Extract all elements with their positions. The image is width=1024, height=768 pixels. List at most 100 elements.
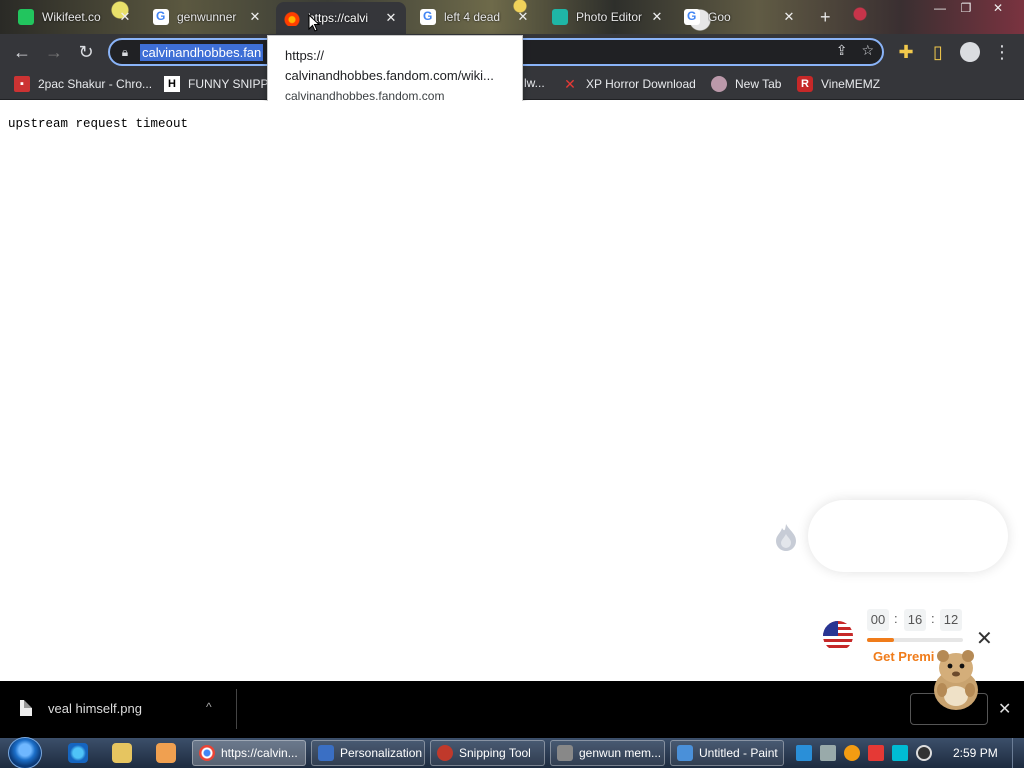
plus-icon: +	[820, 6, 831, 27]
show-desktop-button[interactable]	[1012, 738, 1024, 768]
us-flag-icon	[823, 621, 853, 651]
tab-label: Photo Editor	[576, 10, 643, 24]
tab-label: Wikifeet.co	[42, 10, 101, 24]
bookmark-funny-snippi[interactable]: H FUNNY SNIPPI	[164, 76, 272, 92]
search-icon[interactable]	[844, 745, 860, 761]
hamster-sticker	[934, 650, 978, 710]
x-icon: ✕	[564, 75, 576, 92]
mouse-cursor-icon	[308, 14, 320, 32]
app-icon[interactable]	[156, 743, 176, 763]
fire-icon	[284, 10, 300, 26]
tab-label: left 4 dead	[444, 10, 501, 24]
volume-icon[interactable]	[916, 745, 932, 761]
google-icon	[684, 9, 700, 25]
paint-icon	[677, 745, 693, 761]
back-button[interactable]: ←	[6, 36, 38, 68]
start-button[interactable]	[8, 737, 42, 768]
new-tab-button[interactable]: +	[812, 4, 842, 30]
downloads-close-button[interactable]: ✕	[998, 699, 1011, 719]
chevron-up-icon[interactable]: ^	[206, 700, 212, 714]
close-icon[interactable]: ✕	[516, 9, 530, 25]
bag-icon: ▪	[14, 76, 30, 92]
reload-button[interactable]: ↻	[70, 36, 102, 68]
timer-seconds: 12	[940, 609, 962, 631]
system-clock[interactable]: 2:59 PM	[953, 746, 998, 760]
forward-button[interactable]: →	[38, 36, 70, 68]
lock-icon: 🔒︎	[121, 44, 129, 59]
star-icon[interactable]: ☆	[861, 42, 874, 59]
extensions-button[interactable]: ✚	[890, 36, 922, 68]
internet-explorer-icon[interactable]	[68, 743, 88, 763]
bookmark-label: 2pac Shakur - Chro...	[38, 77, 153, 91]
error-message: upstream request timeout	[8, 117, 189, 131]
taskbar-item-personalization[interactable]: Personalization	[311, 740, 425, 766]
photo-editor-icon	[552, 9, 568, 25]
h-icon: H	[164, 76, 180, 92]
tab-wikifeet[interactable]: Wikifeet.co ✕	[10, 4, 140, 30]
bookmark-label: New Tab	[735, 77, 782, 91]
tab-google[interactable]: Goo ✕	[676, 4, 804, 30]
download-item[interactable]: veal himself.png	[20, 700, 142, 716]
taskbar-item-chrome[interactable]: https://calvin...	[192, 740, 306, 766]
flame-icon[interactable]	[772, 522, 800, 552]
side-panel-icon: ▯	[933, 41, 943, 62]
taskbar-item-genwun[interactable]: genwun mem...	[550, 740, 665, 766]
bookmark-lw[interactable]: lw...	[524, 76, 545, 90]
download-filename: veal himself.png	[48, 700, 142, 716]
tab-left4dead[interactable]: left 4 dead ✕	[412, 4, 538, 30]
display-icon[interactable]	[892, 745, 908, 761]
minimize-button[interactable]: —	[926, 0, 954, 18]
close-icon[interactable]: ✕	[248, 9, 262, 25]
window-close-button[interactable]: ✕	[984, 0, 1012, 18]
share-icon[interactable]: ⇪	[836, 42, 848, 59]
kebab-menu-icon: ⋮	[993, 41, 1011, 62]
menu-button[interactable]: ⋮	[986, 36, 1018, 68]
bookmark-label: FUNNY SNIPPI	[188, 77, 272, 91]
close-icon[interactable]: ✕	[782, 9, 796, 25]
green-square-icon	[18, 9, 34, 25]
arrow-left-icon: ←	[13, 41, 31, 62]
taskbar-label: genwun mem...	[579, 746, 662, 760]
network-icon[interactable]	[796, 745, 812, 761]
image-viewer-icon	[557, 745, 573, 761]
bookmark-new-tab[interactable]: New Tab	[711, 76, 781, 92]
timer-separator: :	[931, 611, 935, 626]
flag-icon[interactable]	[868, 745, 884, 761]
profile-button[interactable]	[954, 36, 986, 68]
puzzle-icon: ✚	[898, 41, 914, 62]
page-content: upstream request timeout	[0, 101, 1024, 681]
bookmark-vinememz[interactable]: R VineMEMZ	[797, 76, 880, 92]
timer-minutes: 16	[904, 609, 926, 631]
arrow-right-icon: →	[45, 41, 63, 62]
settings-icon[interactable]	[820, 745, 836, 761]
bookmark-label: VineMEMZ	[821, 77, 881, 91]
close-icon[interactable]: ✕	[118, 9, 132, 25]
taskbar-item-paint[interactable]: Untitled - Paint	[670, 740, 784, 766]
bookmark-xp-horror[interactable]: ✕ XP Horror Download	[562, 76, 696, 92]
r-icon: R	[797, 76, 813, 92]
restore-button[interactable]: ❐	[952, 0, 980, 18]
tab-label: Goo	[708, 10, 731, 24]
google-icon	[420, 9, 436, 25]
taskbar-label: Snipping Tool	[459, 746, 531, 760]
bookmark-label: lw...	[524, 76, 545, 90]
close-icon[interactable]: ✕	[650, 9, 664, 25]
downloads-bar: veal himself.png ^ ✕	[0, 681, 1024, 738]
globe-icon	[711, 76, 727, 92]
tooltip-line-2: calvinandhobbes.fandom.com/wiki...	[285, 68, 494, 83]
tab-photo-editor[interactable]: Photo Editor ✕	[544, 4, 672, 30]
vpn-widget	[808, 500, 1008, 572]
taskbar-item-snipping-tool[interactable]: Snipping Tool	[430, 740, 545, 766]
tab-genwunner[interactable]: genwunner ✕	[145, 4, 270, 30]
side-panel-button[interactable]: ▯	[922, 36, 954, 68]
tooltip-line-1: https://	[285, 48, 325, 63]
timer-progress-fill	[867, 638, 894, 642]
tab-strip: Wikifeet.co ✕ genwunner ✕ https://calvi …	[0, 0, 1024, 34]
timer-hours: 00	[867, 609, 889, 631]
folder-icon[interactable]	[112, 743, 132, 763]
timer-separator: :	[894, 611, 898, 626]
close-icon[interactable]: ✕	[384, 10, 398, 26]
url-text[interactable]: calvinandhobbes.fan	[140, 43, 264, 61]
tab-calvin-active[interactable]: https://calvi ✕	[276, 2, 406, 34]
bookmark-2pac[interactable]: ▪ 2pac Shakur - Chro...	[14, 76, 152, 92]
